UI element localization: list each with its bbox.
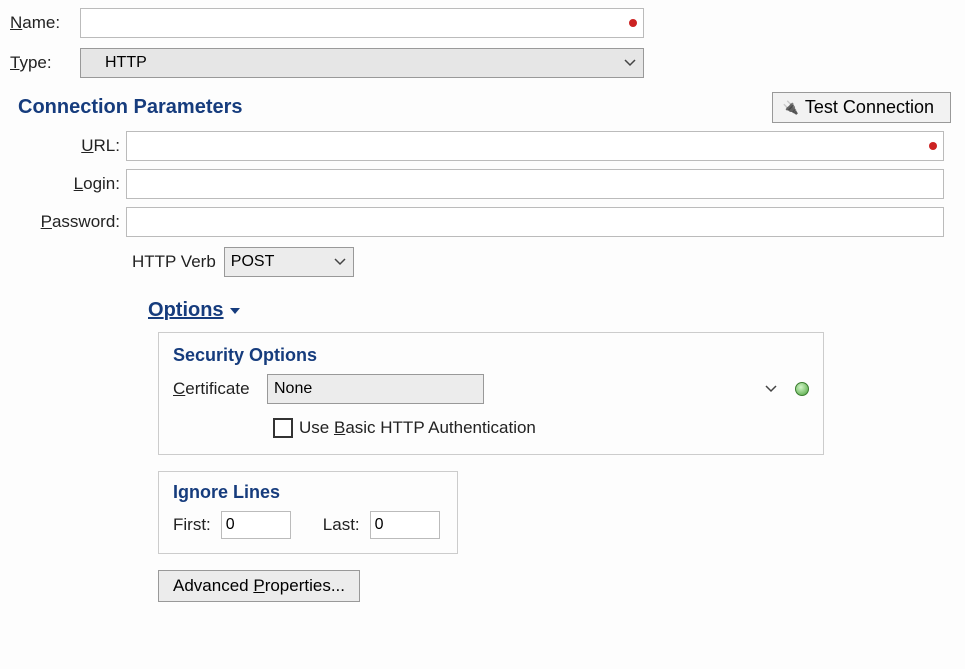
- test-connection-label: Test Connection: [805, 97, 934, 118]
- http-verb-row: HTTP Verb: [14, 247, 955, 277]
- certificate-label: Certificate: [173, 379, 261, 399]
- login-input[interactable]: [126, 169, 944, 199]
- options-label: Options: [148, 299, 224, 322]
- login-row: Login:: [14, 169, 955, 199]
- refresh-icon[interactable]: [795, 382, 809, 396]
- advanced-properties-button[interactable]: Advanced Properties...: [158, 570, 360, 602]
- connection-params-block: URL: Login: Password: HTTP Verb Options …: [10, 131, 955, 602]
- type-select[interactable]: [80, 48, 644, 78]
- type-row: Type: 🌐: [10, 48, 955, 78]
- certificate-select[interactable]: [267, 374, 484, 404]
- password-label: Password:: [14, 212, 126, 232]
- type-label: Type:: [10, 53, 80, 73]
- ignore-last-input[interactable]: [370, 511, 440, 539]
- options-toggle[interactable]: Options: [148, 299, 240, 322]
- test-connection-icon: 🔌: [783, 100, 799, 116]
- ignore-first-label: First:: [173, 515, 211, 535]
- ignore-first-input[interactable]: [221, 511, 291, 539]
- chevron-down-icon: [765, 385, 777, 393]
- ignore-lines-heading: Ignore Lines: [173, 482, 443, 503]
- password-row: Password:: [14, 207, 955, 237]
- basic-auth-checkbox[interactable]: [273, 418, 293, 438]
- login-label: Login:: [14, 174, 126, 194]
- basic-auth-row: Use Basic HTTP Authentication: [273, 418, 809, 438]
- required-icon: [929, 142, 937, 150]
- url-input[interactable]: [126, 131, 944, 161]
- test-connection-button[interactable]: 🔌 Test Connection: [772, 92, 951, 123]
- required-icon: [629, 19, 637, 27]
- http-verb-label: HTTP Verb: [132, 252, 216, 272]
- connection-params-title: Connection Parameters: [18, 96, 243, 119]
- security-options-group: Security Options Certificate Use Basic H…: [158, 332, 824, 455]
- name-row: Name:: [10, 8, 955, 38]
- ignore-lines-group: Ignore Lines First: Last:: [158, 471, 458, 554]
- ignore-last-label: Last:: [323, 515, 360, 535]
- url-label: URL:: [14, 136, 126, 156]
- security-options-heading: Security Options: [173, 345, 809, 366]
- caret-down-icon: [230, 308, 240, 314]
- connection-params-header: Connection Parameters 🔌 Test Connection: [10, 92, 955, 123]
- url-row: URL:: [14, 131, 955, 161]
- basic-auth-label: Use Basic HTTP Authentication: [299, 418, 536, 438]
- name-label: Name:: [10, 13, 80, 33]
- http-verb-select[interactable]: [224, 247, 354, 277]
- name-input[interactable]: [80, 8, 644, 38]
- certificate-row: Certificate: [173, 374, 809, 404]
- password-input[interactable]: [126, 207, 944, 237]
